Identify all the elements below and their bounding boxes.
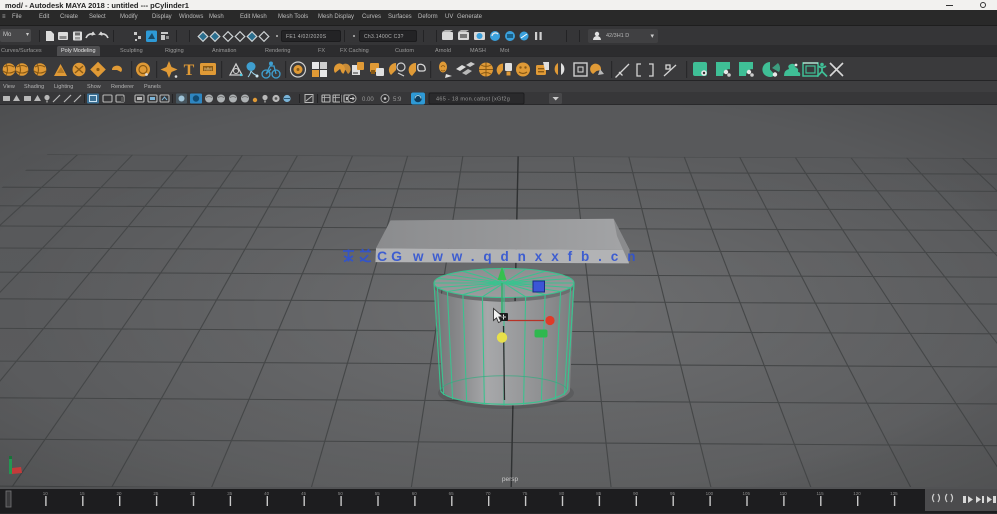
svg-text:persp: persp: [502, 476, 519, 483]
svg-text:T: T: [184, 62, 195, 79]
svg-text:20: 20: [116, 491, 122, 496]
svg-text:30: 30: [190, 491, 196, 496]
svg-text:35: 35: [227, 491, 233, 496]
svg-text:80: 80: [559, 491, 565, 496]
svg-text:70: 70: [485, 491, 491, 496]
svg-text:5:9: 5:9: [393, 97, 402, 103]
svg-text:110: 110: [780, 491, 788, 496]
svg-text:125: 125: [890, 491, 898, 496]
svg-text:50: 50: [338, 491, 344, 496]
svg-text:75: 75: [522, 491, 528, 496]
svg-text:60: 60: [412, 491, 418, 496]
svg-text:CG: CG: [377, 248, 406, 264]
svg-text:45: 45: [301, 491, 307, 496]
svg-text:65: 65: [449, 491, 455, 496]
svg-text:95: 95: [670, 491, 676, 496]
svg-text:10: 10: [43, 491, 49, 496]
svg-text:120: 120: [853, 491, 861, 496]
svg-text:85: 85: [596, 491, 602, 496]
svg-text:55: 55: [375, 491, 381, 496]
svg-text:www.qdnxxfb.cn: www.qdnxxfb.cn: [412, 249, 644, 264]
svg-text:90: 90: [633, 491, 639, 496]
svg-text:MM: MM: [204, 67, 212, 72]
svg-text:40: 40: [264, 491, 270, 496]
svg-text:105: 105: [743, 491, 751, 496]
svg-text:25: 25: [153, 491, 159, 496]
svg-text:100: 100: [706, 491, 714, 496]
svg-text:465 - 18 mon.catbst [xGf2g: 465 - 18 mon.catbst [xGf2g: [436, 97, 510, 103]
svg-text:115: 115: [817, 491, 825, 496]
svg-text:15: 15: [80, 491, 86, 496]
svg-text:0.00: 0.00: [362, 97, 374, 103]
